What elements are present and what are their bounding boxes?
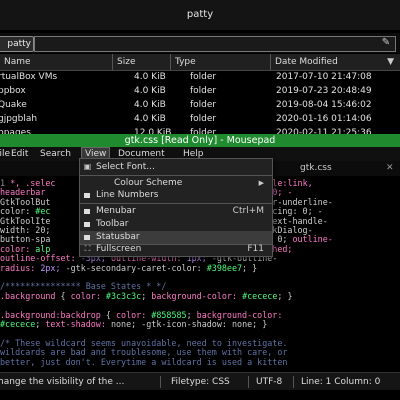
- menu-item-accel: Ctrl+M: [232, 206, 264, 216]
- file-cell-name: rtualBox VMs: [0, 72, 58, 82]
- column-header-name[interactable]: Name: [0, 54, 112, 70]
- status-position: Line: 1 Column: 0: [301, 377, 381, 387]
- location-input[interactable]: [34, 36, 396, 52]
- file-list-header: Name Size Type Date Modified ▼: [0, 54, 400, 71]
- fullscreen-icon: ⛶: [84, 244, 91, 253]
- mousepad-titlebar[interactable]: gtk.css [Read Only] - Mousepad: [0, 134, 400, 147]
- checkbox-icon: [84, 235, 90, 240]
- status-separator: [248, 376, 249, 388]
- status-encoding[interactable]: UTF-8: [256, 373, 282, 391]
- file-cell-type: folder: [190, 72, 217, 82]
- menu-item-accel: F11: [247, 244, 264, 254]
- menu-item-label: Line Numbers: [96, 190, 159, 200]
- edit-icon[interactable]: ✎: [380, 36, 392, 50]
- status-separator: [160, 376, 161, 388]
- menu-search[interactable]: Search: [37, 147, 74, 161]
- font-icon: ▣: [83, 162, 92, 171]
- view-menu-popup: ▣ Select Font... Colour Scheme ▶ Line Nu…: [79, 158, 273, 257]
- status-filetype[interactable]: Filetype: CSS: [171, 373, 230, 391]
- window-title: gtk.css [Read Only] - Mousepad: [124, 135, 276, 146]
- menu-item-label: Menubar: [96, 206, 136, 216]
- file-cell-date: 2019-07-23 20:48:49: [276, 86, 372, 96]
- window-bottom-edge: [0, 390, 400, 400]
- file-cell-name: ppbox: [0, 86, 26, 96]
- checkbox-icon: [84, 209, 90, 214]
- statusbar: hange the visibility of the ... Filetype…: [0, 372, 400, 391]
- file-cell-type: folder: [190, 100, 217, 110]
- status-separator: [293, 376, 294, 388]
- file-cell-size: 4.0 KiB: [134, 86, 166, 96]
- file-cell-date: 2020-01-16 01:14:06: [276, 114, 372, 124]
- column-header-date[interactable]: Date Modified: [270, 54, 400, 70]
- file-cell-type: folder: [190, 86, 217, 96]
- file-row[interactable]: ppbox 4.0 KiB folder 2019-07-23 20:48:49: [0, 84, 400, 98]
- file-cell-size: 4.0 KiB: [134, 114, 166, 124]
- path-crumb-button[interactable]: patty: [0, 36, 34, 52]
- menu-separator: [80, 175, 272, 176]
- menu-item-label: Select Font...: [96, 162, 155, 172]
- checkbox-icon: [84, 222, 90, 227]
- file-dialog-title: patty: [186, 9, 214, 20]
- column-header-type[interactable]: Type: [170, 54, 270, 70]
- menu-item-select-font[interactable]: ▣ Select Font...: [80, 161, 272, 174]
- menu-item-label: Toolbar: [96, 219, 129, 229]
- file-cell-date: 2017-07-10 21:47:08: [276, 72, 372, 82]
- tab-gtk-css[interactable]: gtk.css: [300, 161, 332, 176]
- file-row[interactable]: rtualBox VMs 4.0 KiB folder 2017-07-10 21:4…: [0, 70, 400, 84]
- file-row[interactable]: gjpgblah 4.0 KiB folder 2020-01-16 01:14:06: [0, 112, 400, 126]
- tab-close-icon[interactable]: ✕: [386, 161, 394, 176]
- file-cell-size: 4.0 KiB: [134, 100, 166, 110]
- file-cell-size: 4.0 KiB: [134, 72, 166, 82]
- menu-item-menubar[interactable]: Menubar Ctrl+M: [80, 205, 272, 218]
- menu-item-toolbar[interactable]: Toolbar: [80, 218, 272, 231]
- menu-item-fullscreen[interactable]: ⛶ Fullscreen F11: [80, 243, 272, 256]
- sort-descending-icon: ▼: [387, 57, 394, 67]
- menu-item-line-numbers[interactable]: Line Numbers: [80, 189, 272, 202]
- menu-item-label: Fullscreen: [96, 244, 142, 254]
- checkbox-icon: [84, 193, 90, 198]
- column-header-size[interactable]: Size: [112, 54, 170, 70]
- file-cell-date: 2019-08-04 15:46:02: [276, 100, 372, 110]
- menu-separator: [80, 203, 272, 204]
- status-hint: hange the visibility of the ...: [0, 377, 125, 387]
- menu-edit[interactable]: Edit: [8, 147, 31, 161]
- file-cell-name: gjpgblah: [0, 114, 38, 124]
- file-cell-type: folder: [190, 114, 217, 124]
- file-row[interactable]: Quake 4.0 KiB folder 2019-08-04 15:46:02: [0, 98, 400, 112]
- file-cell-name: Quake: [0, 100, 27, 110]
